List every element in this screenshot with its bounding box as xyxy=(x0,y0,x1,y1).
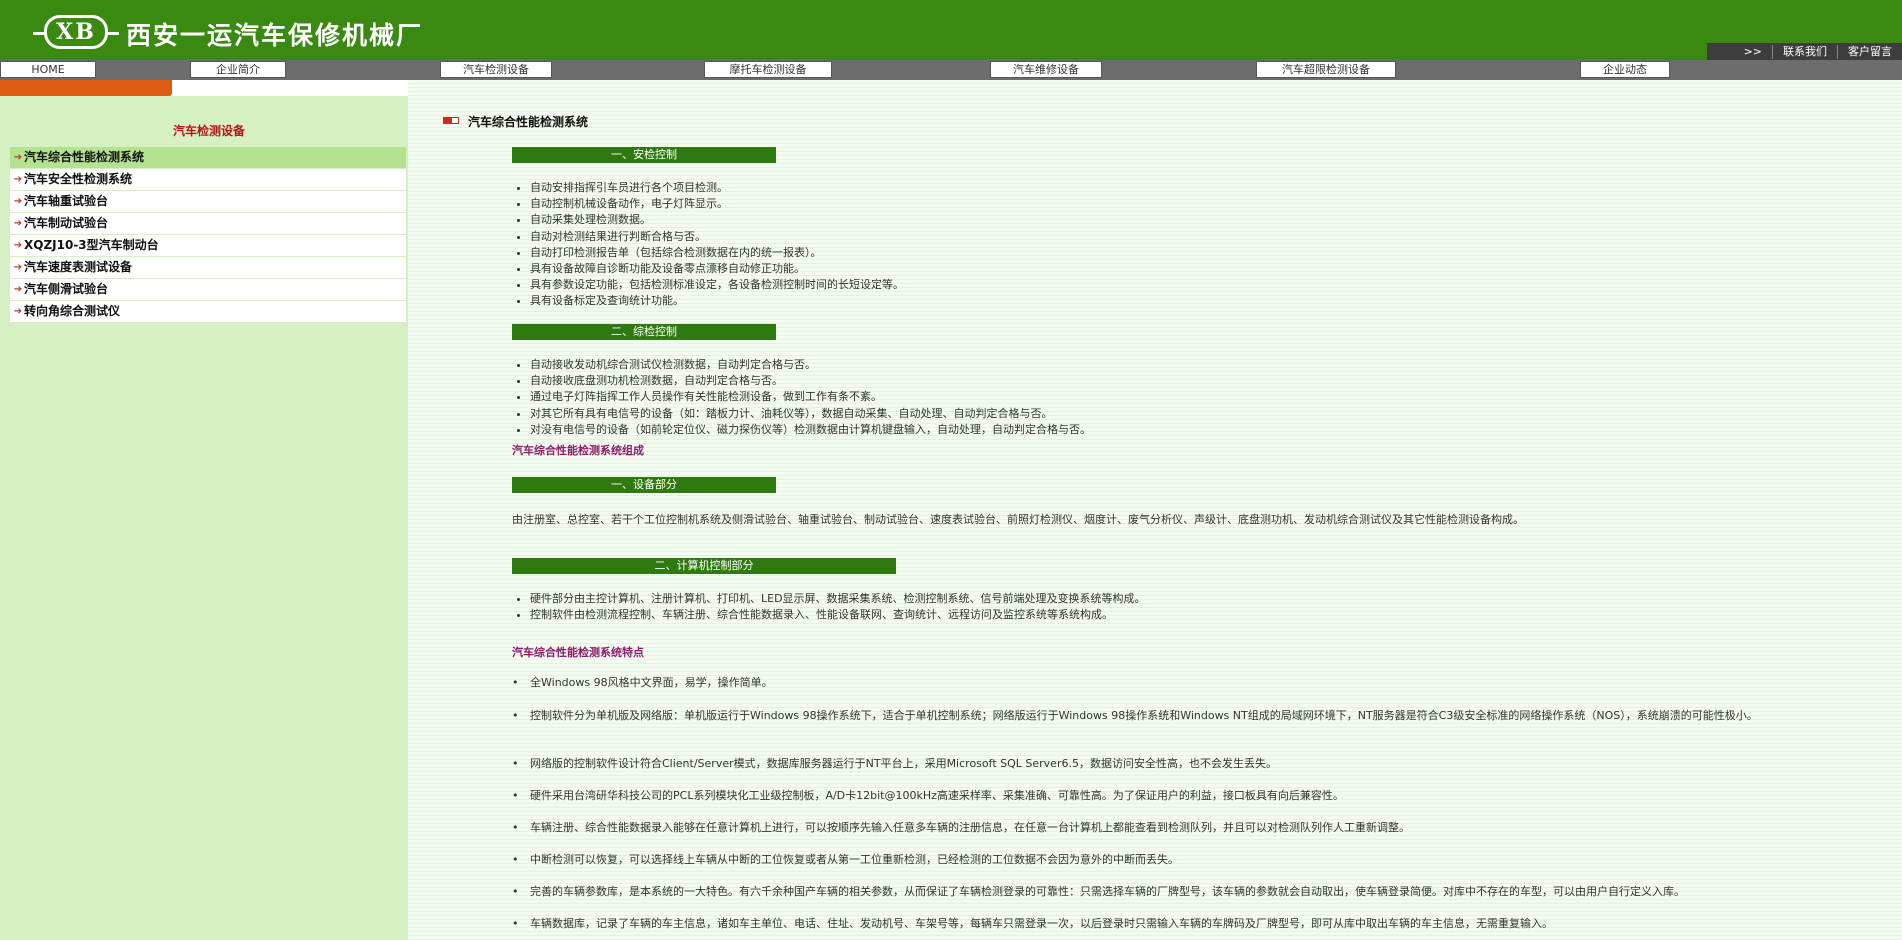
sidebar-item-comprehensive[interactable]: ➔ 汽车综合性能检测系统 xyxy=(10,147,406,168)
feature-text: 中断检测可以恢复，可以选择线上车辆从中断的工位恢复或者从第一工位重新检测，已经检… xyxy=(530,853,1179,866)
features-heading: 汽车综合性能检测系统特点 xyxy=(512,646,644,659)
list-item: 控制软件由检测流程控制、车辆注册、综合性能数据录入、性能设备联网、查询统计、远程… xyxy=(530,607,1146,623)
feature-text: 全Windows 98风格中文界面，易学，操作简单。 xyxy=(530,676,773,689)
feature-text: 车辆数据库，记录了车辆的车主信息，诸如车主单位、电话、住址、发动机号、车架号等，… xyxy=(530,917,1553,930)
sidebar-item-label: 汽车安全性检测系统 xyxy=(24,172,133,186)
list-item: 自动安排指挥引车员进行各个项目检测。 xyxy=(530,180,904,196)
orange-strip xyxy=(0,80,172,96)
feature-item: • 全Windows 98风格中文界面，易学，操作简单。 xyxy=(512,676,773,689)
arrow-icon: ➔ xyxy=(13,262,23,273)
comprehensive-control-list: 自动接收发动机综合测试仪检测数据，自动判定合格与否。 自动接收底盘测功机检测数据… xyxy=(512,357,1091,438)
company-name: 西安一运汽车保修机械厂 xyxy=(126,21,424,50)
feature-text: 车辆注册、综合性能数据录入能够在任意计算机上进行，可以按顺序先输入任意多车辆的注… xyxy=(530,821,1410,834)
sidebar-item-speedometer[interactable]: ➔ 汽车速度表测试设备 xyxy=(10,257,406,278)
sidebar-item-label: 转向角综合测试仪 xyxy=(24,304,121,318)
feature-item: • 网络版的控制软件设计符合Client/Server模式，数据库服务器运行于NT… xyxy=(512,757,1277,770)
list-item: 自动采集处理检测数据。 xyxy=(530,212,904,228)
sidebar-item-label: XQZJ10-3型汽车制动台 xyxy=(24,238,159,252)
list-item: 自动接收底盘测功机检测数据，自动判定合格与否。 xyxy=(530,373,1091,389)
list-item: 具有参数设定功能，包括检测标准设定，各设备检测控制时间的长短设定等。 xyxy=(530,277,904,293)
feature-item: • 硬件采用台湾研华科技公司的PCL系列模块化工业级控制板，A/D卡12bit@1… xyxy=(512,789,1344,802)
sidebar-item-safety[interactable]: ➔ 汽车安全性检测系统 xyxy=(10,169,406,190)
feature-text: 完善的车辆参数库，是本系统的一大特色。有六千余种国产车辆的相关参数，从而保证了车… xyxy=(530,885,1685,898)
arrow-icon: ➔ xyxy=(13,306,23,317)
computer-control-list: 硬件部分由主控计算机、注册计算机、打印机、LED显示屏、数据采集系统、检测控制系… xyxy=(512,591,1146,623)
nav-news[interactable]: 企业动态 xyxy=(1580,61,1670,78)
list-item: 自动对检测结果进行判断合格与否。 xyxy=(530,229,904,245)
list-item: 具有设备标定及查询统计功能。 xyxy=(530,293,904,309)
arrow-icon: ➔ xyxy=(13,196,23,207)
sidebar-item-axle-load[interactable]: ➔ 汽车轴重试验台 xyxy=(10,191,406,212)
sidebar-list: ➔ 汽车综合性能检测系统 ➔ 汽车安全性检测系统 ➔ 汽车轴重试验台 ➔ 汽车制… xyxy=(10,147,406,323)
feature-item: • 完善的车辆参数库，是本系统的一大特色。有六千余种国产车辆的相关参数，从而保证了… xyxy=(512,885,1685,898)
list-item: 对没有电信号的设备（如前轮定位仪、磁力探伤仪等）检测数据由计算机键盘输入，自动处… xyxy=(530,422,1091,438)
feature-item: • 车辆注册、综合性能数据录入能够在任意计算机上进行，可以按顺序先输入任意多车辆的… xyxy=(512,821,1410,834)
nav-auto-testing[interactable]: 汽车检测设备 xyxy=(440,61,552,78)
nav-repair-equipment[interactable]: 汽车维修设备 xyxy=(990,61,1102,78)
list-item: 对其它所有具有电信号的设备（如：踏板力计、油耗仪等），数据自动采集、自动处理、自… xyxy=(530,406,1091,422)
title-marker-icon xyxy=(443,117,461,125)
arrow-icon: ➔ xyxy=(13,284,23,295)
feature-item: • 控制软件分为单机版及网络版：单机版运行于Windows 98操作系统下，适合于… xyxy=(512,709,1758,722)
company-logo[interactable]: XB xyxy=(33,15,119,49)
list-item: 自动控制机械设备动作，电子灯阵显示。 xyxy=(530,196,904,212)
section-header-computer-control: 二、计算机控制部分 xyxy=(512,558,896,574)
nav-home[interactable]: HOME xyxy=(0,61,96,78)
sidebar-title: 汽车检测设备 xyxy=(172,124,245,138)
arrow-icon: ➔ xyxy=(13,174,23,185)
composition-heading: 汽车综合性能检测系统组成 xyxy=(512,444,644,457)
nav-about[interactable]: 企业简介 xyxy=(190,61,286,78)
list-item: 自动打印检测报告单（包括综合检测数据在内的统一报表）。 xyxy=(530,245,904,261)
sidebar-item-brake[interactable]: ➔ 汽车制动试验台 xyxy=(10,213,406,234)
top-links: >> 联系我们 客户留言 xyxy=(1707,43,1902,61)
sidebar-item-xqzj10[interactable]: ➔ XQZJ10-3型汽车制动台 xyxy=(10,235,406,256)
nav-motorcycle-testing[interactable]: 摩托车检测设备 xyxy=(704,61,832,78)
arrow-icon: ➔ xyxy=(13,218,23,229)
sidebar-item-label: 汽车轴重试验台 xyxy=(24,194,109,208)
feature-text: 网络版的控制软件设计符合Client/Server模式，数据库服务器运行于NT平… xyxy=(530,757,1277,770)
sidebar-item-label: 汽车侧滑试验台 xyxy=(24,282,109,296)
feature-item: • 车辆数据库，记录了车辆的车主信息，诸如车主单位、电话、住址、发动机号、车架号等… xyxy=(512,917,1553,930)
guestbook-link[interactable]: 客户留言 xyxy=(1837,45,1902,59)
equipment-description: 由注册室、总控室、若干个工位控制机系统及侧滑试验台、轴重试验台、制动试验台、速度… xyxy=(512,513,1524,526)
section-header-equipment: 一、设备部分 xyxy=(512,477,776,493)
nav-overload-testing[interactable]: 汽车超限检测设备 xyxy=(1256,61,1396,78)
feature-text: 控制软件分为单机版及网络版：单机版运行于Windows 98操作系统下，适合于单… xyxy=(530,709,1758,722)
list-item: 通过电子灯阵指挥工作人员操作有关性能检测设备，做到工作有条不紊。 xyxy=(530,389,1091,405)
main-nav: HOME 企业简介 汽车检测设备 摩托车检测设备 汽车维修设备 汽车超限检测设备… xyxy=(0,60,1902,80)
section-header-safety-control: 一、安检控制 xyxy=(512,147,776,163)
sidebar-item-steering-angle[interactable]: ➔ 转向角综合测试仪 xyxy=(10,301,406,322)
list-item: 自动接收发动机综合测试仪检测数据，自动判定合格与否。 xyxy=(530,357,1091,373)
sidebar-item-sideslip[interactable]: ➔ 汽车侧滑试验台 xyxy=(10,279,406,300)
contact-us-link[interactable]: 联系我们 xyxy=(1772,45,1837,59)
site-header: XB 西安一运汽车保修机械厂 xyxy=(0,0,1902,60)
more-arrows-link[interactable]: >> xyxy=(1734,45,1772,59)
page-title: 汽车综合性能检测系统 xyxy=(468,115,589,129)
feature-item: • 中断检测可以恢复，可以选择线上车辆从中断的工位恢复或者从第一工位重新检测，已经… xyxy=(512,853,1179,866)
sidebar-item-label: 汽车速度表测试设备 xyxy=(24,260,133,274)
list-item: 具有设备故障自诊断功能及设备零点漂移自动修正功能。 xyxy=(530,261,904,277)
arrow-icon: ➔ xyxy=(13,152,23,163)
arrow-icon: ➔ xyxy=(13,240,23,251)
feature-text: 硬件采用台湾研华科技公司的PCL系列模块化工业级控制板，A/D卡12bit@10… xyxy=(530,789,1344,802)
section-header-comprehensive-control: 二、综检控制 xyxy=(512,324,776,340)
sidebar-item-label: 汽车综合性能检测系统 xyxy=(24,150,145,164)
safety-control-list: 自动安排指挥引车员进行各个项目检测。 自动控制机械设备动作，电子灯阵显示。 自动… xyxy=(512,180,904,310)
list-item: 硬件部分由主控计算机、注册计算机、打印机、LED显示屏、数据采集系统、检测控制系… xyxy=(530,591,1146,607)
sidebar-item-label: 汽车制动试验台 xyxy=(24,216,109,230)
